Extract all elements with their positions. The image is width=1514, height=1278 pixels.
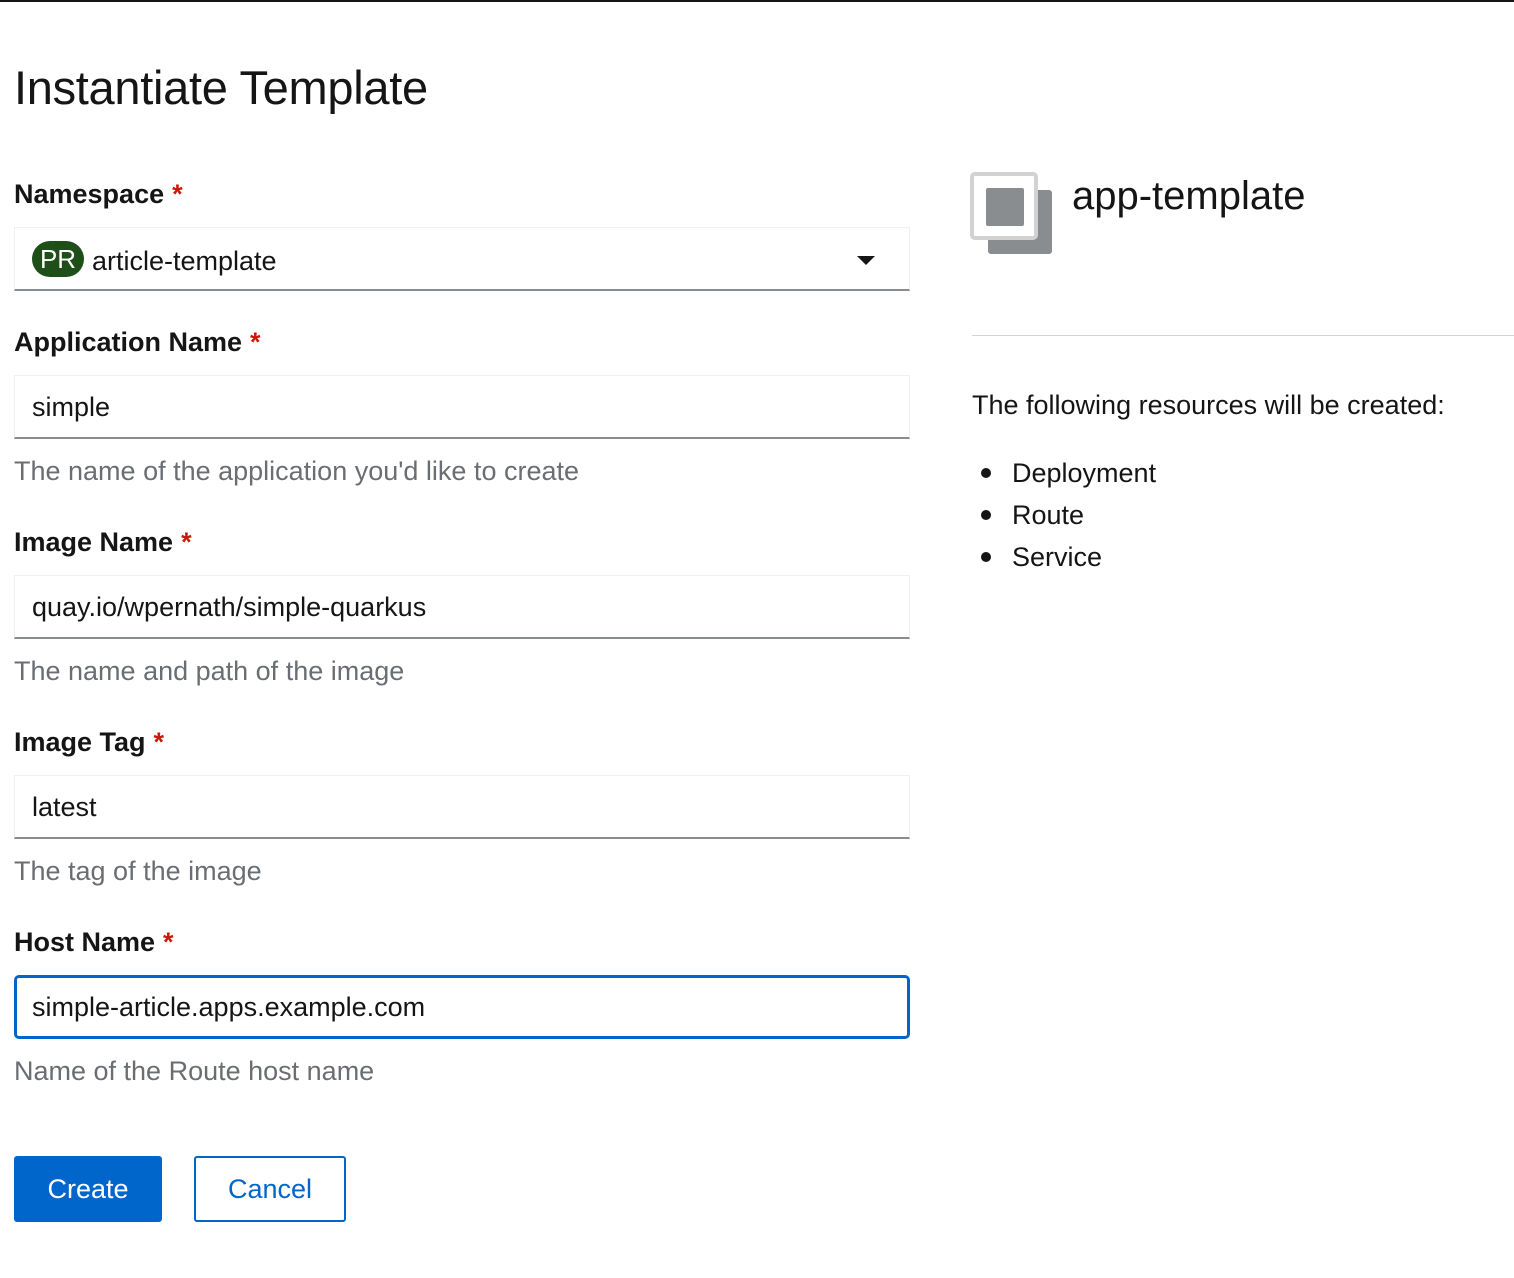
resource-list: Deployment Route Service bbox=[972, 452, 1156, 578]
template-icon bbox=[970, 172, 1052, 254]
namespace-label-text: Namespace bbox=[14, 179, 165, 209]
caret-down-icon bbox=[857, 256, 875, 265]
namespace-badge: PR bbox=[32, 240, 84, 277]
required-marker: * bbox=[163, 927, 174, 957]
application-name-label: Application Name * bbox=[14, 325, 261, 359]
image-tag-input[interactable]: latest bbox=[14, 775, 910, 839]
application-name-helper: The name of the application you'd like t… bbox=[14, 456, 579, 486]
top-border bbox=[0, 0, 1514, 2]
host-name-label: Host Name * bbox=[14, 925, 174, 959]
image-tag-helper: The tag of the image bbox=[14, 856, 262, 886]
host-name-helper: Name of the Route host name bbox=[14, 1056, 375, 1086]
host-name-input[interactable]: simple-article.apps.example.com bbox=[14, 975, 910, 1039]
resources-intro: The following resources will be created: bbox=[972, 390, 1445, 420]
required-marker: * bbox=[153, 727, 165, 757]
image-name-label-text: Image Name bbox=[14, 527, 174, 557]
template-title: app-template bbox=[1072, 174, 1306, 218]
image-tag-label-text: Image Tag bbox=[14, 727, 146, 757]
cancel-button[interactable]: Cancel bbox=[194, 1156, 346, 1222]
image-tag-label: Image Tag * bbox=[14, 725, 164, 759]
required-marker: * bbox=[250, 327, 261, 357]
required-marker: * bbox=[172, 179, 183, 209]
application-name-input[interactable]: simple bbox=[14, 375, 910, 439]
list-item: Service bbox=[972, 536, 1156, 578]
page-title: Instantiate Template bbox=[14, 61, 428, 114]
image-name-label: Image Name * bbox=[14, 525, 192, 559]
divider bbox=[972, 335, 1514, 336]
required-marker: * bbox=[181, 527, 192, 557]
host-name-label-text: Host Name bbox=[14, 927, 156, 957]
image-name-input[interactable]: quay.io/wpernath/simple-quarkus bbox=[14, 575, 910, 639]
image-name-helper: The name and path of the image bbox=[14, 656, 405, 686]
namespace-label: Namespace * bbox=[14, 177, 183, 211]
list-item: Route bbox=[972, 494, 1156, 536]
namespace-select[interactable]: PR article-template bbox=[14, 227, 910, 291]
application-name-label-text: Application Name bbox=[14, 327, 243, 357]
list-item: Deployment bbox=[972, 452, 1156, 494]
create-button[interactable]: Create bbox=[14, 1156, 162, 1222]
namespace-value: article-template bbox=[92, 245, 277, 276]
